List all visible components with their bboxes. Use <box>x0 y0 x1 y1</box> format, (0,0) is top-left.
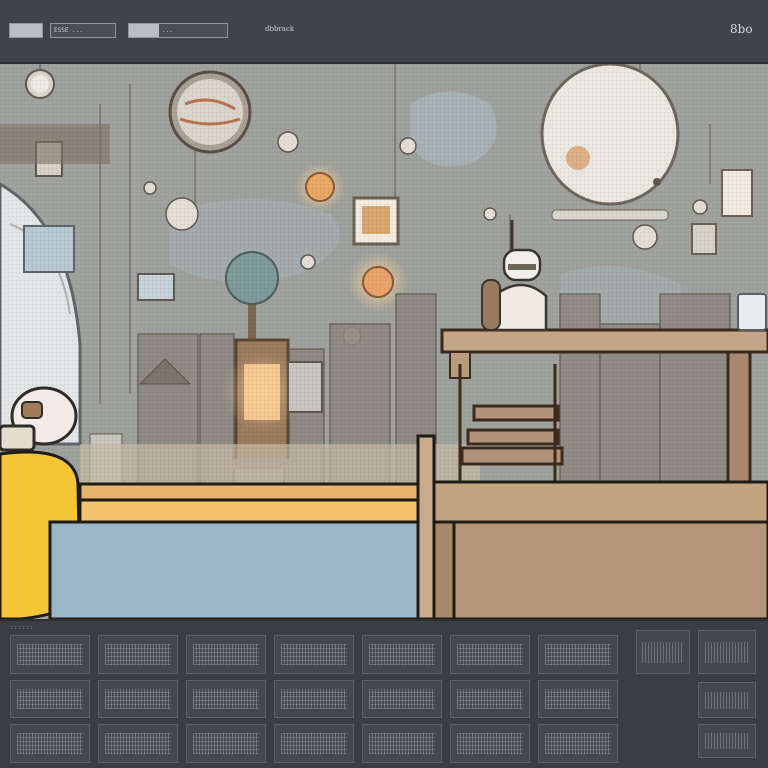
timeline-frame[interactable] <box>10 724 90 763</box>
timeline-tab[interactable]: :::::: <box>10 625 34 631</box>
timeline-frame[interactable] <box>362 679 442 719</box>
frame-counter: 8bo <box>730 22 753 36</box>
frame-thumbnail <box>369 644 435 665</box>
frame-thumbnail <box>545 688 611 710</box>
top-toolbar: ESSE ... ... dbbrack 8bo <box>0 0 768 64</box>
timeline-frame[interactable] <box>274 724 354 763</box>
timeline-frame[interactable] <box>186 635 266 674</box>
preview-thumb[interactable] <box>698 682 756 718</box>
timeline-frame[interactable] <box>186 679 266 719</box>
value-swatch <box>129 24 159 37</box>
frame-thumbnail <box>193 733 259 754</box>
timeline-frame[interactable] <box>538 679 618 719</box>
color-swatch <box>10 24 42 37</box>
timeline-frame[interactable] <box>538 724 618 763</box>
value-field-text: ... <box>162 27 173 34</box>
frame-thumbnail <box>457 688 523 710</box>
frame-thumbnail <box>281 688 347 710</box>
frame-thumbnail <box>17 733 83 754</box>
frame-thumbnail <box>545 644 611 665</box>
frame-thumbnail <box>457 644 523 665</box>
frame-thumbnail <box>193 688 259 710</box>
frame-thumbnail <box>281 733 347 754</box>
scene-canvas <box>0 64 768 619</box>
frame-thumbnail <box>369 733 435 754</box>
timeline-frame[interactable] <box>362 635 442 674</box>
timeline-frame[interactable] <box>98 724 178 763</box>
frame-grid <box>10 635 618 763</box>
document-label: dbbrack <box>265 25 295 33</box>
name-field-text: ESSE ... <box>54 27 83 34</box>
preview-panel <box>636 630 760 760</box>
color-field[interactable] <box>9 23 43 38</box>
preview-thumb[interactable] <box>698 724 756 758</box>
frame-thumbnail <box>17 644 83 665</box>
name-field[interactable]: ESSE ... <box>50 23 116 38</box>
value-field[interactable]: ... <box>128 23 228 38</box>
timeline-frame[interactable] <box>274 679 354 719</box>
timeline-frame[interactable] <box>450 724 530 763</box>
timeline-frame[interactable] <box>10 679 90 719</box>
frame-thumbnail <box>545 733 611 754</box>
frame-thumbnail <box>105 644 171 665</box>
preview-thumb[interactable] <box>636 630 690 674</box>
preview-thumb[interactable] <box>698 630 756 674</box>
timeline-frame[interactable] <box>538 635 618 674</box>
frame-thumbnail <box>457 733 523 754</box>
frame-thumbnail <box>281 644 347 665</box>
frame-thumbnail <box>193 644 259 665</box>
timeline-frame[interactable] <box>362 724 442 763</box>
timeline-frame[interactable] <box>450 679 530 719</box>
frame-thumbnail <box>17 688 83 710</box>
timeline-frame[interactable] <box>186 724 266 763</box>
timeline-frame[interactable] <box>98 635 178 674</box>
frame-thumbnail <box>105 733 171 754</box>
frame-thumbnail <box>105 688 171 710</box>
timeline-frame[interactable] <box>450 635 530 674</box>
timeline-frame[interactable] <box>98 679 178 719</box>
timeline-frame[interactable] <box>274 635 354 674</box>
frame-thumbnail <box>369 688 435 710</box>
scene-viewport[interactable] <box>0 64 768 619</box>
timeline-frame[interactable] <box>10 635 90 674</box>
